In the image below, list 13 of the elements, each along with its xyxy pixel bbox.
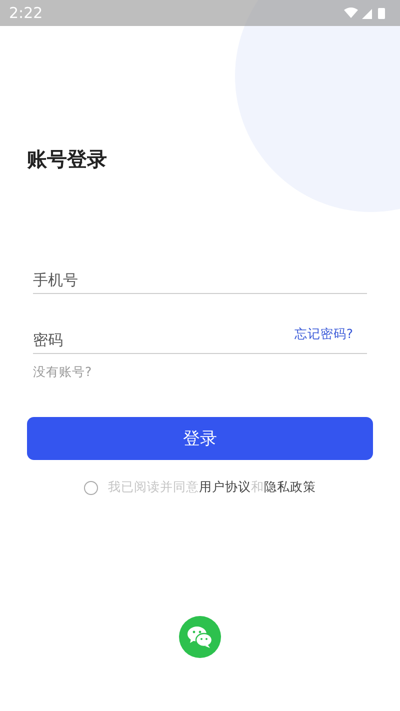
status-icons <box>344 6 388 20</box>
page-title: 账号登录 <box>27 146 108 173</box>
wechat-login-button[interactable] <box>179 616 221 658</box>
agreement-link[interactable]: 隐私政策 <box>264 479 316 494</box>
forgot-password-link[interactable]: 忘记密码? <box>294 326 353 343</box>
phone-field[interactable]: 手机号 <box>33 271 233 293</box>
agreement-text: 我已阅读并同意用户协议和隐私政策 <box>108 479 316 496</box>
password-field[interactable]: 密码 <box>33 331 233 353</box>
status-time: 2:22 <box>9 4 43 22</box>
chat-bubbles-icon <box>187 626 213 648</box>
login-button[interactable]: 登录 <box>27 417 373 460</box>
agreement-link[interactable]: 用户协议 <box>199 479 251 494</box>
agreement-checkbox[interactable] <box>84 480 98 494</box>
